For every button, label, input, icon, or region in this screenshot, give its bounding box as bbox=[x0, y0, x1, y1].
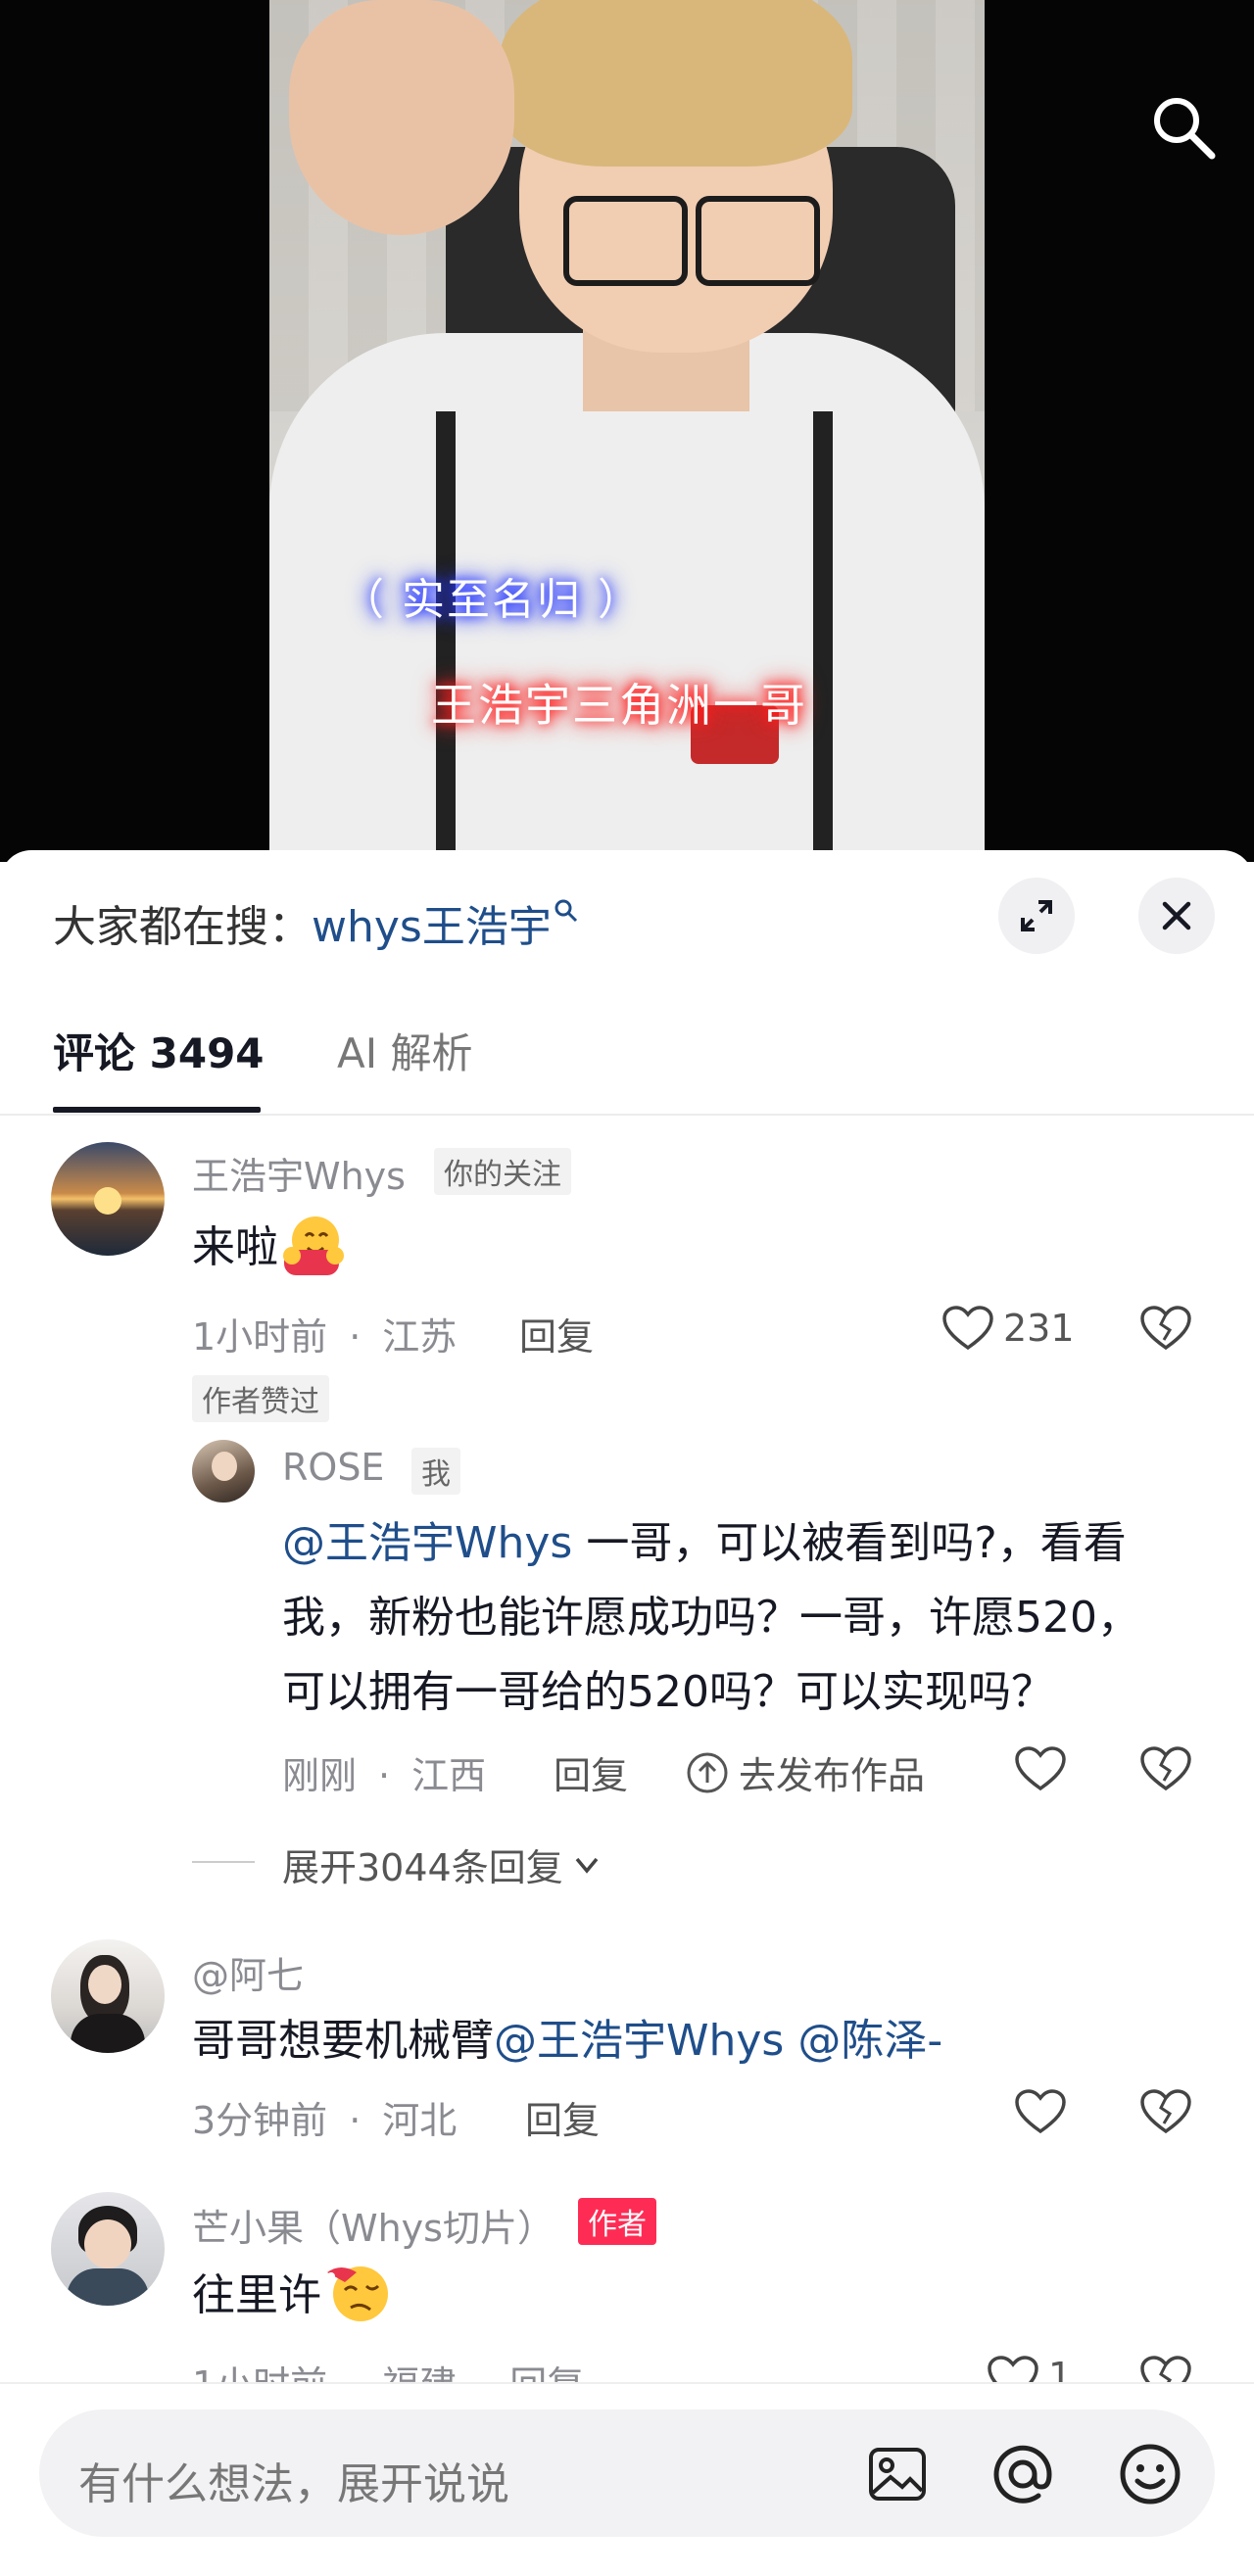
following-badge: 你的关注 bbox=[434, 1148, 571, 1195]
comment-location: 江苏 bbox=[382, 1315, 458, 1359]
image-button[interactable] bbox=[858, 2439, 937, 2509]
broken-heart-icon bbox=[1140, 1746, 1191, 1791]
like-button[interactable] bbox=[986, 2355, 1040, 2382]
dislike-button[interactable] bbox=[1138, 2084, 1193, 2139]
close-button[interactable] bbox=[1138, 878, 1215, 954]
heart-icon bbox=[988, 2356, 1038, 2382]
search-icon[interactable] bbox=[1144, 88, 1223, 167]
heart-icon bbox=[942, 1306, 993, 1351]
image-icon bbox=[869, 2448, 926, 2501]
tab-comments[interactable]: 评论 3494 bbox=[53, 1021, 265, 1080]
chevron-down-icon bbox=[575, 1857, 599, 1874]
dislike-button[interactable] bbox=[1138, 2355, 1193, 2382]
video-player[interactable]: （ 实至名归 ） 王浩宇三角洲一哥 bbox=[0, 0, 1254, 862]
comment-author[interactable]: 芒小果（Whys切片） bbox=[192, 2198, 555, 2252]
comment-text: 往里许 bbox=[192, 2259, 396, 2333]
broken-heart-icon bbox=[1140, 1306, 1191, 1351]
like-button[interactable] bbox=[1013, 2084, 1068, 2139]
avatar[interactable] bbox=[51, 1142, 165, 1256]
avatar[interactable] bbox=[51, 1939, 165, 2053]
tab-ai-analysis[interactable]: AI 解析 bbox=[337, 1021, 472, 1080]
upload-icon bbox=[687, 1752, 728, 1792]
search-suggestion-prefix: 大家都在搜： bbox=[53, 902, 312, 952]
broken-heart-icon bbox=[1140, 2089, 1191, 2134]
me-badge: 我 bbox=[411, 1448, 460, 1495]
subtitle-bottom: 王浩宇三角洲一哥 bbox=[431, 679, 807, 732]
mention-link[interactable]: @陈泽- bbox=[784, 2016, 942, 2066]
heart-icon bbox=[1015, 2089, 1066, 2134]
comment-meta: 1小时前 · 江苏 bbox=[192, 1315, 458, 1359]
comment-text: 来啦 bbox=[192, 1211, 347, 1285]
broken-heart-icon bbox=[1140, 2356, 1191, 2382]
search-small-icon bbox=[555, 899, 577, 923]
reply-avatar[interactable] bbox=[192, 1440, 255, 1503]
subtitle-top: （ 实至名归 ） bbox=[341, 575, 643, 625]
mention-link[interactable]: @王浩宇Whys bbox=[282, 1518, 572, 1568]
heart-icon bbox=[1015, 1746, 1066, 1791]
search-suggestion-keyword[interactable]: whys王浩宇 bbox=[312, 902, 552, 952]
reply-button[interactable]: 回复 bbox=[554, 1745, 628, 1799]
comment-time: 1小时前 bbox=[192, 1315, 328, 1359]
search-suggestion[interactable]: 大家都在搜：whys王浩宇 bbox=[53, 891, 579, 954]
reply-text: @王浩宇Whys 一哥，可以被看到吗?，看看 我，新粉也能许愿成功吗？一哥，许愿… bbox=[282, 1518, 1140, 1717]
reply-button[interactable]: 回复 bbox=[525, 2090, 600, 2144]
dislike-button[interactable] bbox=[1138, 1741, 1193, 1796]
expand-replies-button[interactable]: 展开3044条回复 bbox=[282, 1837, 604, 1891]
comment-author[interactable]: 王浩宇Whys bbox=[192, 1146, 406, 1200]
author-liked-badge: 作者赞过 bbox=[192, 1375, 329, 1422]
comment-meta: 1小时前·福建回复 bbox=[192, 2355, 584, 2382]
hug-emoji-icon bbox=[278, 1211, 347, 1279]
expand-fullscreen-button[interactable] bbox=[998, 878, 1075, 954]
mention-link[interactable]: @王浩宇Whys bbox=[494, 2016, 784, 2066]
like-count: 1 bbox=[1048, 2355, 1073, 2382]
avatar[interactable] bbox=[51, 2192, 165, 2306]
comment-input-placeholder: 有什么想法，展开说说 bbox=[78, 2459, 509, 2509]
comment-author[interactable]: @阿七 bbox=[192, 1945, 304, 1999]
mention-button[interactable] bbox=[984, 2437, 1062, 2511]
smiley-icon bbox=[1120, 2444, 1181, 2504]
expand-icon bbox=[1021, 900, 1052, 931]
close-icon bbox=[1162, 901, 1191, 930]
tab-active-indicator bbox=[53, 1107, 261, 1113]
comment-text-body: 来啦 bbox=[192, 1222, 278, 1272]
at-sign-icon bbox=[993, 2445, 1052, 2504]
comment-meta: 3分钟前 · 河北 bbox=[192, 2099, 458, 2142]
like-button[interactable] bbox=[1013, 1741, 1068, 1796]
expand-divider bbox=[192, 1861, 255, 1863]
author-badge: 作者 bbox=[578, 2198, 656, 2245]
comment-text: 哥哥想要机械臂@王浩宇Whys @陈泽- bbox=[192, 2016, 943, 2066]
reply-author[interactable]: ROSE bbox=[282, 1446, 384, 1489]
woozy-emoji-icon bbox=[321, 2259, 396, 2327]
like-count: 231 bbox=[1003, 1307, 1075, 1350]
dislike-button[interactable] bbox=[1138, 1301, 1193, 1356]
tabs-divider bbox=[0, 1114, 1254, 1116]
emoji-button[interactable] bbox=[1111, 2437, 1189, 2511]
reply-button[interactable]: 回复 bbox=[519, 1307, 594, 1360]
reply-meta: 刚刚 · 江西 bbox=[282, 1754, 487, 1797]
publish-work-button[interactable]: 去发布作品 bbox=[686, 1745, 925, 1799]
like-button[interactable] bbox=[939, 1301, 997, 1356]
